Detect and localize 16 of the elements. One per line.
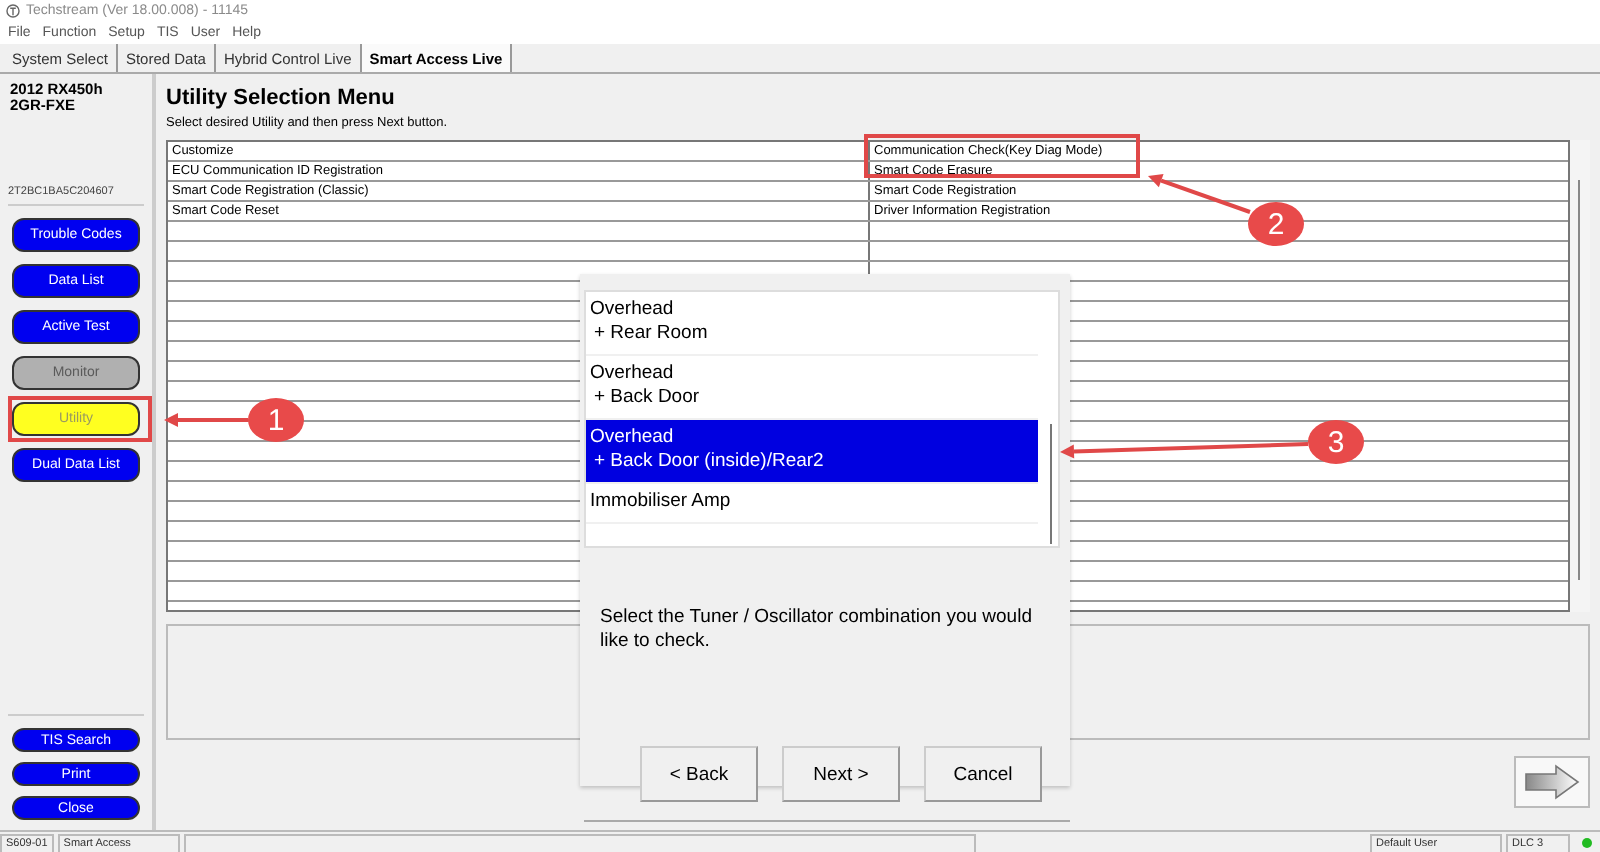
list-item[interactable]: Immobiliser Amp (586, 484, 1038, 524)
list-item[interactable]: Overhead + Back Door (inside)/Rear2 (586, 420, 1038, 484)
list-item[interactable]: Overhead + Rear Room (586, 292, 1038, 356)
dialog-button[interactable]: Next > (782, 746, 900, 802)
next-arrow-button[interactable] (1514, 756, 1590, 808)
dialog-button[interactable]: < Back (640, 746, 758, 802)
dialog-description: Select the Tuner / Oscillator combination you would like to check. (600, 606, 1034, 654)
dialog-button[interactable]: Cancel (924, 746, 1042, 802)
callout-arrow (164, 413, 248, 427)
scrollbar-thumb[interactable] (1578, 180, 1580, 580)
connection-dot-icon (1582, 838, 1592, 848)
page-heading: Utility Selection Menu (166, 86, 397, 110)
callout-arrow (1148, 174, 1251, 214)
app-logo-icon (6, 4, 20, 18)
scrollbar-thumb[interactable] (1050, 424, 1052, 544)
highlight-frame (8, 396, 152, 442)
